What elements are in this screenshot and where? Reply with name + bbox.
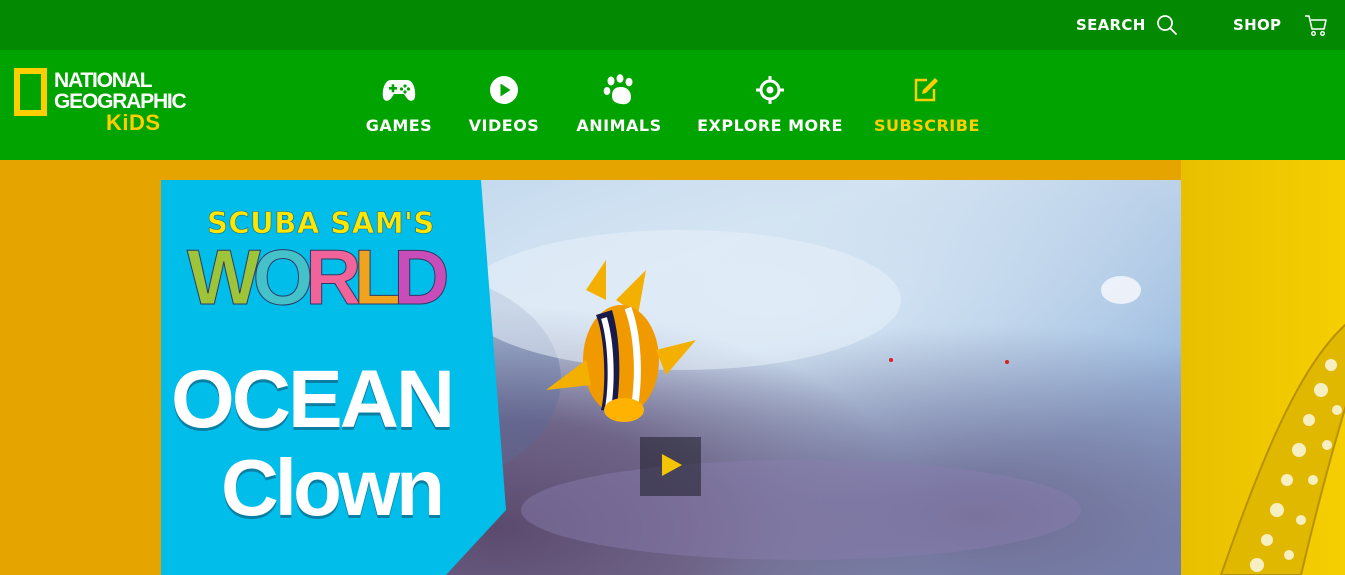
yellow-border-logo-mark — [14, 68, 47, 116]
nav-label-games: GAMES — [365, 116, 433, 135]
nav-item-animals[interactable]: ANIMALS — [572, 50, 666, 160]
nav-label-animals: ANIMALS — [576, 116, 662, 135]
episode-title-line2: Clown — [221, 443, 445, 532]
hero-right-decoration — [1181, 160, 1345, 575]
shop-button[interactable]: SHOP — [1233, 0, 1329, 50]
cart-icon — [1303, 12, 1329, 38]
nav-label-videos: VIDEOS — [468, 116, 540, 135]
search-button[interactable]: SEARCH — [1076, 0, 1178, 50]
natgeo-kids-logo[interactable]: NATIONAL GEOGRAPHIC KiDS — [14, 68, 187, 138]
logo-text-kids: KiDS — [106, 110, 161, 135]
logo-text-national: NATIONAL — [54, 69, 153, 92]
search-label: SEARCH — [1076, 16, 1146, 34]
nav-item-explore-more[interactable]: EXPLORE MORE — [696, 50, 844, 160]
main-navigation: NATIONAL GEOGRAPHIC KiDS GAMES VIDEOS AN… — [0, 50, 1345, 160]
gamepad-icon — [381, 72, 417, 108]
play-icon — [659, 453, 683, 481]
shop-label: SHOP — [1233, 16, 1282, 34]
nav-label-explore-more: EXPLORE MORE — [697, 116, 843, 135]
paw-print-icon — [601, 72, 637, 108]
utility-bar: SEARCH SHOP — [0, 0, 1345, 50]
play-button[interactable] — [640, 437, 701, 496]
edit-icon — [908, 72, 944, 108]
nav-label-subscribe: SUBSCRIBE — [874, 116, 980, 135]
spotted-eel-illustration — [1219, 323, 1345, 575]
nav-item-games[interactable]: GAMES — [360, 50, 438, 160]
title-card-panel: SCUBA SAM'S WORLD OCEAN Clown — [161, 180, 506, 575]
logo-text-geographic: GEOGRAPHIC — [54, 90, 187, 113]
featured-video[interactable]: SCUBA SAM'S WORLD OCEAN Clown — [161, 180, 1181, 575]
clownfish-image — [546, 260, 696, 422]
play-circle-icon — [486, 72, 522, 108]
nav-item-subscribe[interactable]: SUBSCRIBE — [874, 50, 980, 160]
search-icon — [1156, 14, 1178, 36]
crosshair-icon — [752, 72, 788, 108]
series-world-wordmark: WORLD — [187, 233, 451, 321]
episode-title-line1: OCEAN — [171, 354, 455, 445]
nav-item-videos[interactable]: VIDEOS — [466, 50, 542, 160]
